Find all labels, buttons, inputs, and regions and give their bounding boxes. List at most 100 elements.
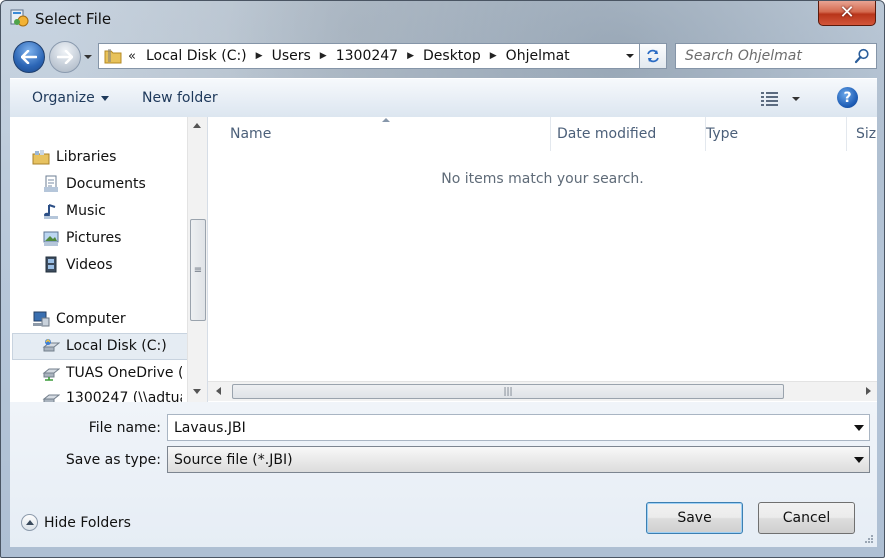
nav-scroll-thumb[interactable]: ≡	[190, 219, 206, 321]
nav-libraries-label: Libraries	[56, 149, 117, 165]
nav-music[interactable]: Music	[42, 202, 106, 220]
breadcrumb-overflow-icon[interactable]: «	[128, 49, 136, 64]
breadcrumb-users[interactable]: Users	[272, 48, 311, 64]
forward-button[interactable]	[49, 41, 81, 73]
window-title: Select File	[35, 10, 112, 28]
save-type-value: Source file (*.JBI)	[174, 451, 293, 468]
organize-label: Organize	[32, 90, 95, 106]
breadcrumb-ohjelmat[interactable]: Ohjelmat	[506, 48, 570, 64]
libraries-icon	[32, 150, 50, 165]
new-folder-button[interactable]: New folder	[142, 90, 218, 106]
back-arrow-icon	[21, 50, 37, 64]
app-icon	[10, 9, 29, 27]
column-size-label: Siz	[856, 126, 877, 142]
file-list-scrollbar[interactable]: |||	[208, 381, 877, 401]
forward-arrow-icon	[57, 50, 73, 64]
nav-pictures[interactable]: Pictures	[42, 229, 121, 247]
help-icon: ?	[843, 89, 852, 106]
save-type-label: Save as type:	[65, 452, 161, 468]
close-icon: ✕	[839, 2, 855, 23]
breadcrumb-separator-icon[interactable]: ▶	[256, 51, 263, 61]
file-list-pane: Name Date modified Type Siz No items mat…	[208, 117, 877, 402]
command-toolbar: Organize New folder ?	[10, 78, 877, 118]
nav-pane-scrollbar[interactable]: ≡	[187, 117, 207, 402]
history-dropdown-icon[interactable]	[82, 51, 94, 63]
refresh-icon	[647, 49, 659, 63]
empty-folder-message: No items match your search.	[441, 171, 644, 187]
scroll-up-icon[interactable]	[193, 123, 201, 128]
search-input[interactable]: Search Ohjelmat	[685, 48, 854, 64]
column-type-label: Type	[706, 126, 739, 142]
browser-content: Libraries Documents Music Pictures Video…	[10, 117, 877, 402]
navigation-pane: Libraries Documents Music Pictures Video…	[10, 117, 208, 402]
nav-videos[interactable]: Videos	[42, 256, 113, 274]
folder-icon	[104, 49, 122, 64]
column-name-label: Name	[230, 126, 272, 142]
scroll-right-icon[interactable]	[866, 387, 871, 395]
search-icon[interactable]	[854, 48, 870, 64]
cancel-button[interactable]: Cancel	[758, 502, 855, 534]
chevron-down-icon[interactable]	[854, 456, 864, 463]
column-name[interactable]: Name	[230, 117, 551, 151]
documents-library-icon	[44, 175, 58, 192]
column-date-modified[interactable]: Date modified	[549, 117, 706, 151]
nav-local-disk[interactable]: Local Disk (C:)	[42, 337, 167, 355]
file-name-label: File name:	[88, 420, 161, 436]
file-name-field[interactable]: Lavaus.JBI	[167, 414, 870, 441]
refresh-button[interactable]	[640, 43, 667, 69]
breadcrumb-user-folder[interactable]: 1300247	[336, 48, 398, 64]
collapse-up-icon	[21, 514, 38, 531]
column-type[interactable]: Type	[706, 117, 847, 151]
nav-local-disk-label: Local Disk (C:)	[66, 338, 167, 354]
breadcrumb: Local Disk (C:) ▶ Users ▶ 1300247 ▶ Desk…	[146, 48, 570, 64]
title-bar: Select File ✕	[1, 1, 884, 37]
breadcrumb-local-disk[interactable]: Local Disk (C:)	[146, 48, 247, 64]
file-scroll-thumb[interactable]: |||	[232, 384, 784, 399]
file-name-input[interactable]: Lavaus.JBI	[174, 420, 854, 436]
pictures-library-icon	[43, 231, 59, 246]
hide-folders-label: Hide Folders	[44, 514, 131, 531]
save-type-select[interactable]: Source file (*.JBI)	[167, 446, 870, 473]
column-date-label: Date modified	[557, 126, 657, 142]
breadcrumb-separator-icon[interactable]: ▶	[490, 51, 497, 61]
nav-computer-label: Computer	[56, 311, 126, 327]
nav-music-label: Music	[66, 203, 106, 219]
scroll-left-icon[interactable]	[216, 387, 221, 395]
save-form: File name: Lavaus.JBI Save as type: Sour…	[10, 402, 877, 547]
nav-libraries[interactable]: Libraries	[32, 148, 116, 166]
select-file-dialog: Select File ✕ « Local Disk (C:) ▶ Users …	[0, 0, 885, 558]
nav-computer[interactable]: Computer	[32, 310, 126, 328]
breadcrumb-desktop[interactable]: Desktop	[423, 48, 481, 64]
nav-network-drive-label: 1300247 (\\adtua	[66, 390, 182, 402]
organize-menu[interactable]: Organize	[32, 90, 109, 106]
search-box[interactable]: Search Ohjelmat	[675, 43, 877, 69]
nav-videos-label: Videos	[66, 257, 113, 273]
breadcrumb-separator-icon[interactable]: ▶	[320, 51, 327, 61]
column-size[interactable]: Siz	[856, 117, 877, 151]
nav-pictures-label: Pictures	[66, 230, 122, 246]
network-drive-icon	[42, 368, 60, 381]
videos-library-icon	[45, 256, 57, 273]
network-drive-icon	[42, 394, 60, 402]
scroll-down-icon[interactable]	[193, 389, 201, 394]
navigation-bar: « Local Disk (C:) ▶ Users ▶ 1300247 ▶ De…	[1, 37, 884, 75]
nav-documents-label: Documents	[66, 176, 146, 192]
local-disk-icon	[42, 338, 60, 352]
nav-tuas-onedrive[interactable]: TUAS OneDrive (T	[42, 364, 182, 382]
resize-grip-icon[interactable]	[864, 534, 874, 544]
breadcrumb-separator-icon[interactable]: ▶	[407, 51, 414, 61]
music-library-icon	[44, 204, 58, 219]
nav-network-drive[interactable]: 1300247 (\\adtua	[42, 390, 182, 402]
nav-tuas-onedrive-label: TUAS OneDrive (T	[66, 365, 182, 381]
address-dropdown-icon[interactable]	[625, 51, 635, 61]
help-button[interactable]: ?	[837, 87, 858, 108]
address-bar[interactable]: « Local Disk (C:) ▶ Users ▶ 1300247 ▶ De…	[98, 43, 640, 69]
save-button[interactable]: Save	[646, 502, 743, 534]
computer-icon	[33, 311, 50, 327]
change-view-icon[interactable]	[760, 89, 802, 109]
hide-folders-toggle[interactable]: Hide Folders	[21, 514, 131, 531]
chevron-down-icon[interactable]	[854, 424, 864, 431]
back-button[interactable]	[13, 41, 45, 73]
nav-documents[interactable]: Documents	[42, 175, 146, 193]
close-button[interactable]: ✕	[818, 1, 876, 26]
